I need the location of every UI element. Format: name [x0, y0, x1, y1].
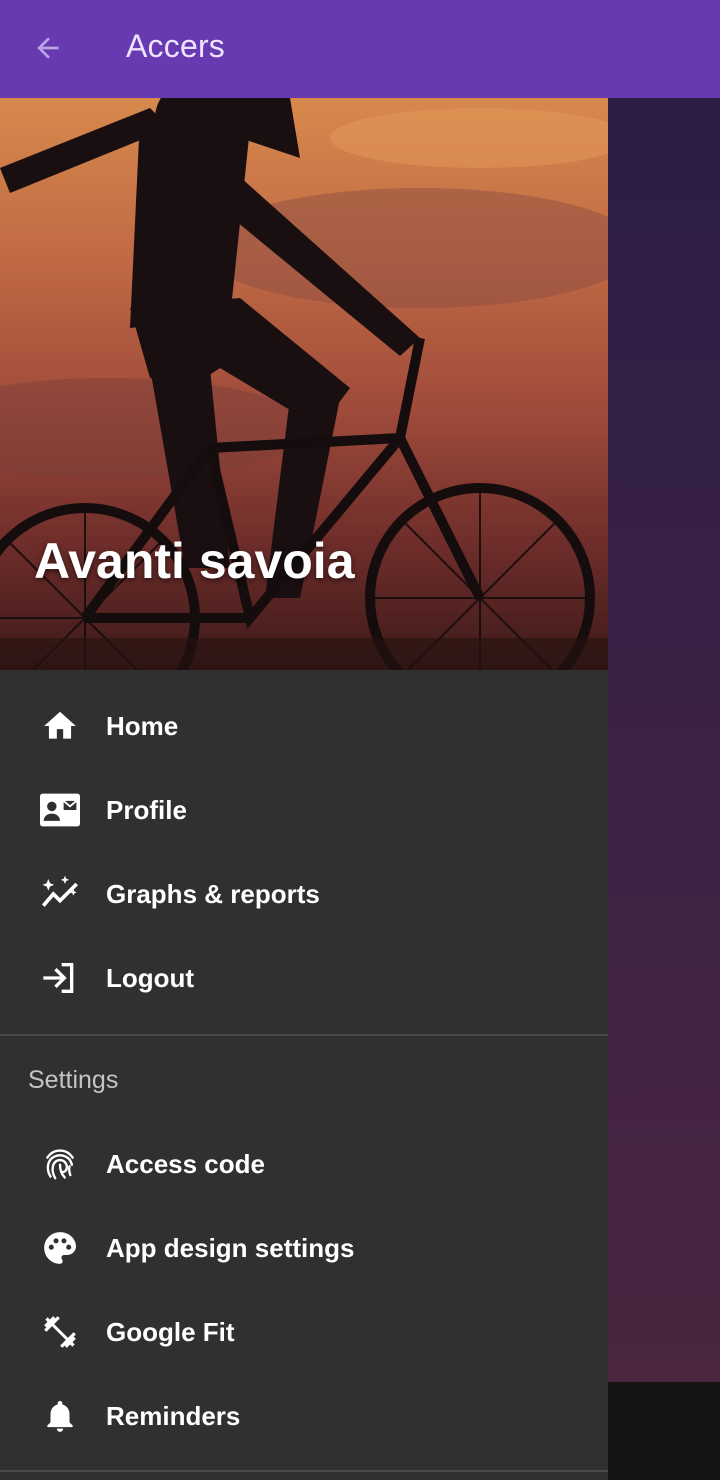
menu-item-logout[interactable]: Logout — [0, 936, 608, 1020]
drawer-header: Avanti savoia — [0, 98, 608, 670]
menu-item-profile[interactable]: Profile — [0, 768, 608, 852]
drawer-user-name: Avanti savoia — [34, 533, 355, 589]
main-menu: Home Profile Graphs & reports Logout — [0, 670, 608, 1020]
menu-item-label: Graphs & reports — [106, 879, 320, 909]
settings-header-label: Settings — [28, 1066, 119, 1094]
settings-menu: Access code App design settings Google F… — [0, 1122, 608, 1458]
back-button[interactable] — [22, 24, 74, 72]
bell-icon — [38, 1394, 82, 1438]
menu-item-reminders[interactable]: Reminders — [0, 1374, 608, 1458]
menu-item-label: Google Fit — [106, 1317, 235, 1347]
menu-item-label: Logout — [106, 963, 195, 993]
contact-card-icon — [38, 788, 82, 832]
arrow-back-icon — [37, 37, 59, 59]
menu-item-graphs-reports[interactable]: Graphs & reports — [0, 852, 608, 936]
bottom-divider — [0, 1470, 608, 1472]
fingerprint-icon — [38, 1142, 82, 1186]
palette-icon — [38, 1226, 82, 1270]
menu-item-label: Access code — [106, 1149, 265, 1179]
fitness-icon — [38, 1310, 82, 1354]
sparkle-chart-icon — [38, 872, 82, 916]
logout-icon — [38, 956, 82, 1000]
menu-item-label: Home — [106, 711, 179, 741]
menu-item-label: App design settings — [106, 1233, 355, 1263]
menu-item-label: Profile — [106, 795, 187, 825]
menu-item-label: Reminders — [106, 1401, 241, 1431]
navigation-drawer: Avanti savoia Home Profile Graphs & repo… — [0, 98, 608, 1480]
menu-item-access-code[interactable]: Access code — [0, 1122, 608, 1206]
home-icon — [38, 704, 82, 748]
menu-item-google-fit[interactable]: Google Fit — [0, 1290, 608, 1374]
app-title: Accers — [126, 28, 225, 64]
menu-item-app-design-settings[interactable]: App design settings — [0, 1206, 608, 1290]
app-bar: Accers — [0, 0, 720, 98]
menu-item-home[interactable]: Home — [0, 684, 608, 768]
settings-section-header: Settings — [0, 1036, 608, 1122]
